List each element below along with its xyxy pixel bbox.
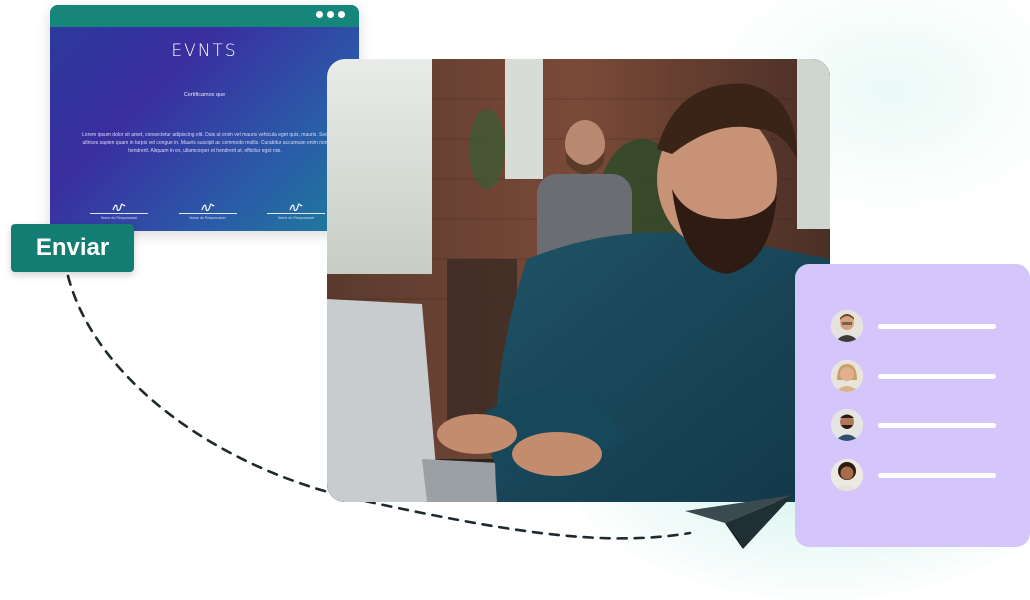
recipient-name-placeholder xyxy=(878,373,996,379)
signature-icon xyxy=(200,203,215,212)
certificate-preview: EVNTS Certificamos que Lorem ipsum dolor… xyxy=(50,5,359,231)
list-item[interactable] xyxy=(831,360,996,392)
list-item[interactable] xyxy=(831,459,996,491)
signatory-name: Nome do Responsável xyxy=(100,216,138,220)
certificate-logo: EVNTS xyxy=(171,41,238,61)
avatar xyxy=(831,459,863,491)
signature-block: Nome do Responsável xyxy=(90,203,148,220)
list-item[interactable] xyxy=(831,310,996,342)
man-at-laptop-photo xyxy=(327,59,830,502)
window-title-bar xyxy=(50,5,359,27)
signatures: Nome do Responsável Nome do Responsável … xyxy=(90,203,325,220)
paper-plane-icon xyxy=(685,495,793,549)
avatar xyxy=(831,409,863,441)
signatory-name: Nome do Responsável xyxy=(189,216,226,220)
certificate-subtitle: Certificamos que xyxy=(183,92,226,98)
send-button[interactable]: Enviar xyxy=(11,224,134,272)
signatory-name: Nome do Responsável xyxy=(277,216,315,220)
avatar xyxy=(831,360,863,392)
signature-block: Nome do Responsável xyxy=(267,203,325,220)
hero-photo xyxy=(327,59,830,502)
window-dots-icon[interactable] xyxy=(316,11,345,18)
signature-icon xyxy=(112,203,126,212)
signature-icon xyxy=(289,203,303,212)
recipient-name-placeholder xyxy=(878,422,996,428)
recipient-name-placeholder xyxy=(878,472,996,478)
recipients-list xyxy=(795,264,1030,547)
certificate-body-text: Lorem ipsum dolor sit amet, consectetur … xyxy=(82,132,328,154)
list-item[interactable] xyxy=(831,409,996,441)
avatar xyxy=(831,310,863,342)
signature-block: Nome do Responsável xyxy=(178,203,237,220)
recipient-name-placeholder xyxy=(878,323,996,329)
